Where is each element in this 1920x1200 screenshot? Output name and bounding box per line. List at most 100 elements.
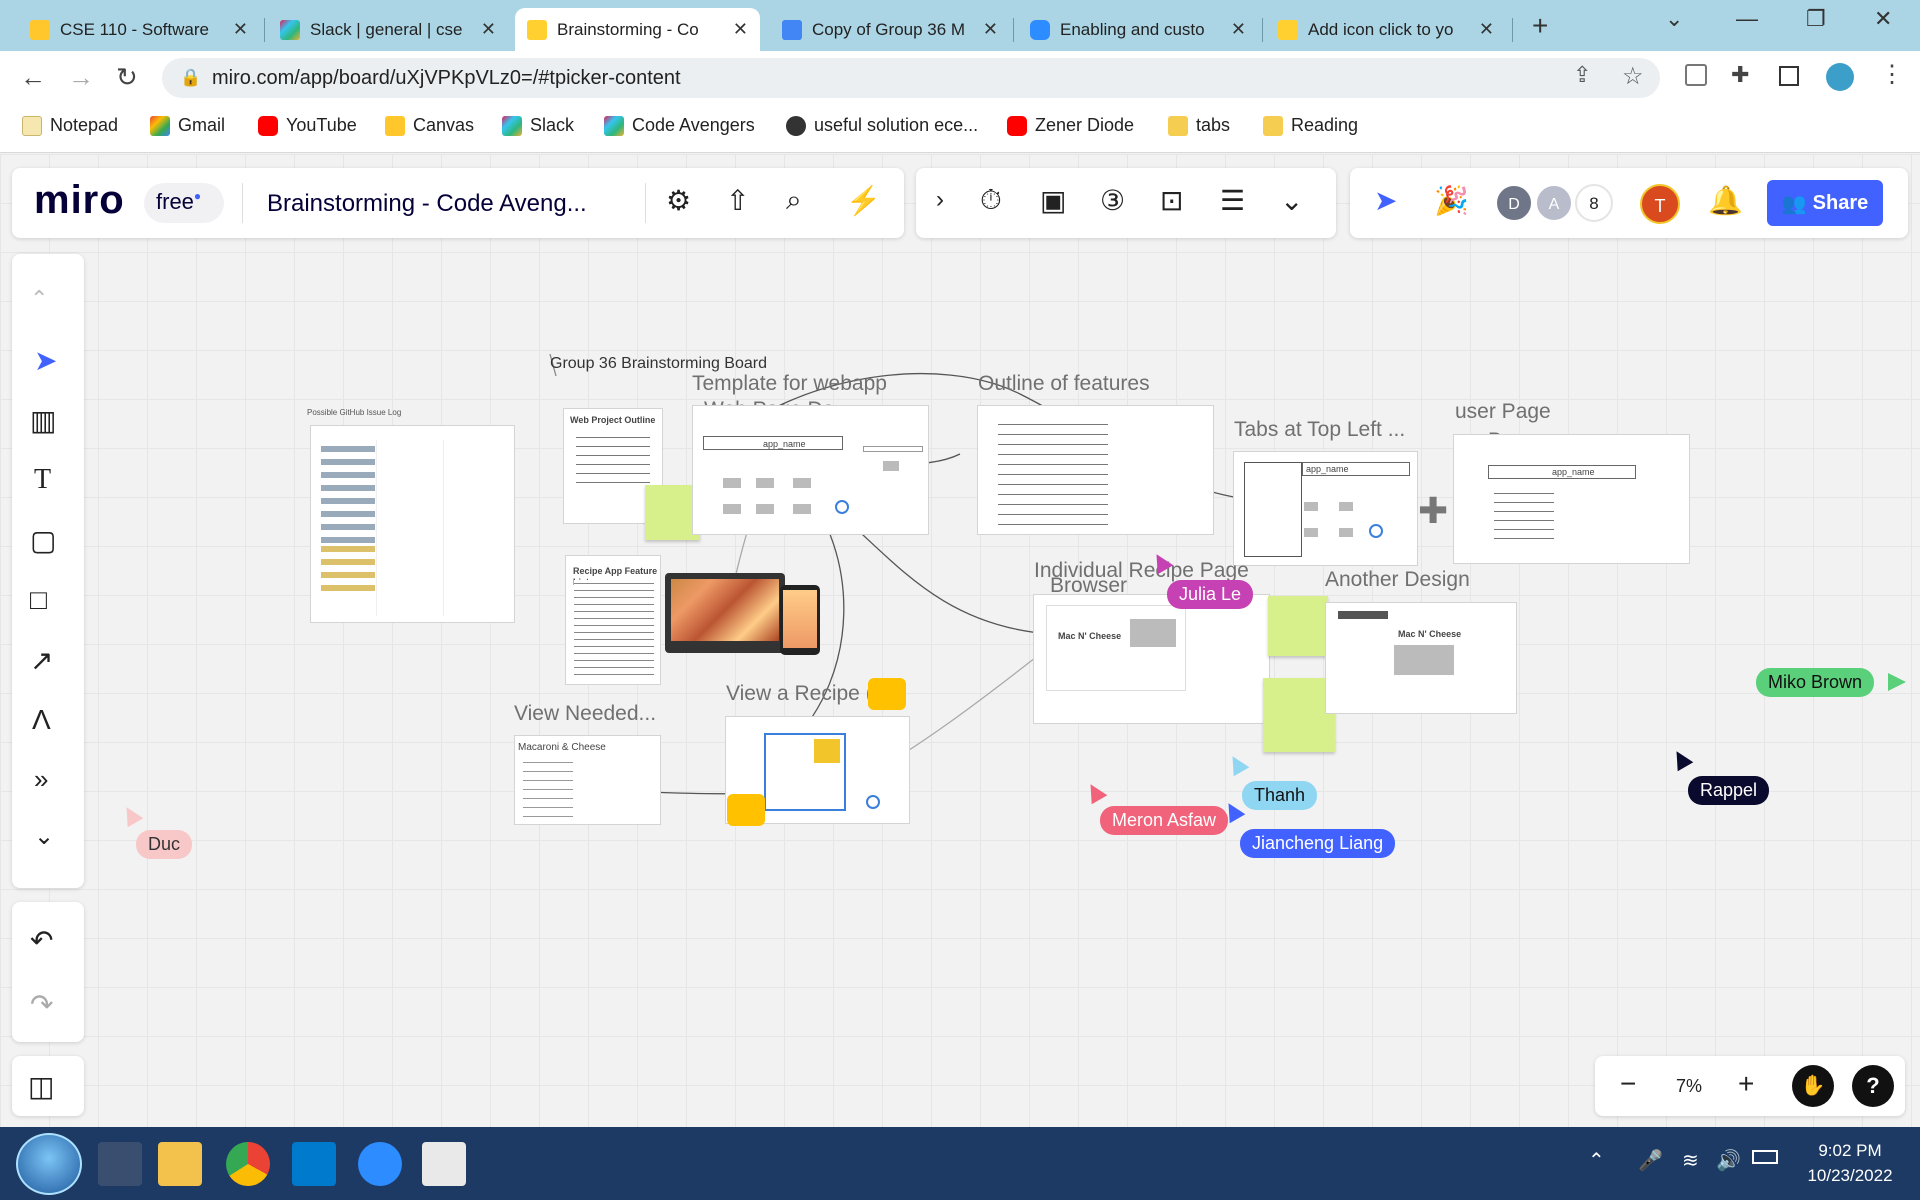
start-button[interactable] xyxy=(16,1133,82,1195)
expand-down-icon[interactable]: ⌄ xyxy=(34,822,54,851)
presentation-icon[interactable]: ⊡ xyxy=(1160,184,1183,217)
close-window-button[interactable]: ✕ xyxy=(1874,6,1892,32)
clock-time[interactable]: 9:02 PM xyxy=(1800,1141,1900,1161)
plan-badge[interactable]: free● xyxy=(144,183,224,223)
volume-icon[interactable]: 🔊 xyxy=(1716,1148,1741,1173)
user-avatar[interactable]: T xyxy=(1640,184,1680,224)
extensions-icon[interactable]: ✚ xyxy=(1731,62,1749,88)
user-page-browser-frame[interactable]: app_name xyxy=(1453,434,1690,564)
select-pointer-icon[interactable]: ➤ xyxy=(34,344,57,377)
zoom-in-icon[interactable]: + xyxy=(1738,1068,1754,1100)
lock-icon[interactable]: 🔒 xyxy=(180,68,201,88)
bookmark-canvas[interactable]: Canvas xyxy=(385,115,474,136)
reader-mode-icon[interactable] xyxy=(1685,64,1707,86)
zoom-out-icon[interactable]: − xyxy=(1620,1068,1636,1100)
close-icon[interactable]: ✕ xyxy=(233,19,248,40)
profile-avatar[interactable] xyxy=(1826,63,1854,91)
undo-icon[interactable]: ↶ xyxy=(30,924,53,957)
sticky-note-tool-icon[interactable]: ▢ xyxy=(30,524,56,557)
back-button[interactable]: ← xyxy=(20,62,46,93)
battery-icon[interactable] xyxy=(1752,1150,1778,1164)
share-page-icon[interactable]: ⇪ xyxy=(1573,62,1591,88)
bookmark-folder-reading[interactable]: Reading xyxy=(1263,115,1358,136)
task-view-icon[interactable] xyxy=(98,1142,142,1186)
notes-icon[interactable]: ☰ xyxy=(1220,184,1245,217)
show-hidden-icons-icon[interactable]: ⌃ xyxy=(1588,1148,1605,1173)
share-button[interactable]: 👥 Share xyxy=(1767,180,1883,226)
browser-tab[interactable]: Add icon click to yo ✕ xyxy=(1266,8,1506,51)
zoom-taskbar-icon[interactable] xyxy=(358,1142,402,1186)
shape-tool-icon[interactable]: □ xyxy=(30,584,47,616)
chevron-right-icon[interactable]: › xyxy=(936,186,944,214)
view-needed-frame[interactable]: Macaroni & Cheese xyxy=(514,735,661,825)
frame-title[interactable]: user Page xyxy=(1455,400,1551,424)
side-panel-icon[interactable] xyxy=(1779,66,1799,86)
miro-logo[interactable]: miro xyxy=(34,178,125,223)
bookmark-slack[interactable]: Slack xyxy=(502,115,574,136)
browser-tab[interactable]: Slack | general | cse ✕ xyxy=(268,8,508,51)
microphone-icon[interactable]: 🎤 xyxy=(1638,1148,1663,1173)
collaborator-count[interactable]: 8 xyxy=(1575,184,1613,222)
forward-button[interactable]: → xyxy=(68,62,94,93)
bookmark-youtube[interactable]: YouTube xyxy=(258,115,357,136)
comment-bubble-icon[interactable] xyxy=(868,678,906,710)
close-icon[interactable]: ✕ xyxy=(733,19,748,40)
wifi-icon[interactable]: ≋ xyxy=(1682,1148,1699,1173)
export-upload-icon[interactable]: ⇧ xyxy=(726,184,749,217)
notifications-bell-icon[interactable]: 🔔 xyxy=(1708,184,1743,217)
github-issue-log-frame[interactable] xyxy=(310,425,515,623)
text-tool-icon[interactable]: T xyxy=(34,464,51,496)
file-explorer-icon[interactable] xyxy=(158,1142,202,1186)
frame-title[interactable]: Template for webapp xyxy=(692,372,887,396)
frame-title[interactable]: View Needed... xyxy=(514,702,656,726)
reactions-party-icon[interactable]: 🎉 xyxy=(1434,184,1469,217)
frame-title[interactable]: Tabs at Top Left ... xyxy=(1234,418,1405,442)
settings-gear-icon[interactable]: ⚙ xyxy=(666,184,691,217)
bookmark-gmail[interactable]: Gmail xyxy=(150,115,225,136)
board-heading[interactable]: Group 36 Brainstorming Board xyxy=(550,355,767,373)
voting-icon[interactable]: ③ xyxy=(1100,184,1125,217)
close-icon[interactable]: ✕ xyxy=(983,19,998,40)
connection-line-icon[interactable]: ↗ xyxy=(30,644,53,677)
snipping-tool-taskbar-icon[interactable] xyxy=(422,1142,466,1186)
bookmark-folder-tabs[interactable]: tabs xyxy=(1168,115,1230,136)
another-design-frame[interactable]: Mac N' Cheese xyxy=(1325,602,1517,714)
chrome-taskbar-icon[interactable] xyxy=(226,1142,270,1186)
url-text[interactable]: miro.com/app/board/uXjVPKpVLz0=/#tpicker… xyxy=(212,67,681,90)
browser-tab[interactable]: Enabling and custo ✕ xyxy=(1018,8,1258,51)
tab-search-chevron-icon[interactable]: ⌄ xyxy=(1665,6,1683,32)
help-button[interactable]: ? xyxy=(1852,1065,1894,1107)
collaborator-avatar[interactable]: A xyxy=(1535,184,1573,222)
close-icon[interactable]: ✕ xyxy=(481,19,496,40)
templates-icon[interactable]: ▥ xyxy=(30,404,56,437)
zoom-level[interactable]: 7% xyxy=(1676,1076,1702,1097)
integrations-plug-icon[interactable]: ⚡ xyxy=(846,184,881,217)
reload-button[interactable]: ↻ xyxy=(116,62,138,93)
vscode-taskbar-icon[interactable] xyxy=(292,1142,336,1186)
timer-icon[interactable]: ⏱ xyxy=(980,184,1002,217)
outline-of-features-frame[interactable] xyxy=(977,405,1214,535)
close-icon[interactable]: ✕ xyxy=(1231,19,1246,40)
frames-panel-icon[interactable]: ◫ xyxy=(28,1070,54,1103)
new-tab-button[interactable]: + xyxy=(1532,10,1548,42)
recipe-feature-list-doc[interactable]: Recipe App Feature List: xyxy=(565,555,661,685)
board-title[interactable]: Brainstorming - Code Aveng... xyxy=(267,190,587,218)
bookmark-star-icon[interactable]: ☆ xyxy=(1622,62,1644,91)
follow-cursor-icon[interactable]: ➤ xyxy=(1374,184,1397,217)
bookmark-useful-solution[interactable]: useful solution ece... xyxy=(786,115,978,136)
bookmark-notepad[interactable]: Notepad xyxy=(22,115,118,136)
restore-button[interactable]: ❐ xyxy=(1806,6,1826,32)
individual-recipe-page-frame[interactable]: Mac N' Cheese xyxy=(1033,594,1270,724)
frame-title[interactable]: Another Design xyxy=(1325,568,1470,592)
hand-tool-icon[interactable]: ✋ xyxy=(1792,1065,1834,1107)
more-menu-icon[interactable]: ⋮ xyxy=(1880,60,1904,89)
more-tools-icon[interactable]: » xyxy=(34,764,48,795)
minimize-button[interactable]: — xyxy=(1736,6,1758,32)
clock-date[interactable]: 10/23/2022 xyxy=(1800,1166,1900,1186)
devices-mockup-image[interactable] xyxy=(665,573,785,653)
sticky-note[interactable] xyxy=(1268,596,1328,656)
collaborator-avatar[interactable]: D xyxy=(1495,184,1533,222)
frame-title[interactable]: View a Recipe ( xyxy=(726,682,873,706)
search-icon[interactable]: ⌕ xyxy=(786,184,802,217)
template-frame[interactable]: app_name xyxy=(692,405,929,535)
